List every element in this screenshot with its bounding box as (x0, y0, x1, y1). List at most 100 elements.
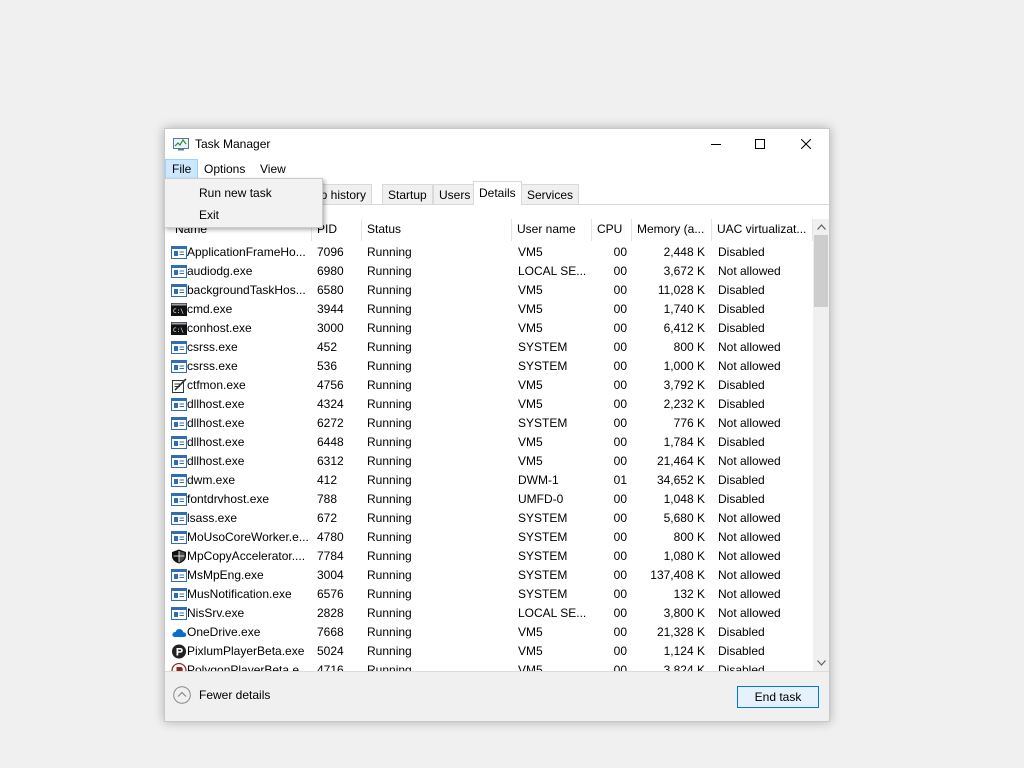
menu-item-exit[interactable]: Exit (165, 204, 322, 226)
close-icon (801, 139, 811, 149)
column-header-uac[interactable]: UAC virtualizat... (712, 219, 813, 241)
cell-cpu: 00 (613, 663, 627, 671)
fewer-details-link[interactable]: Fewer details (199, 688, 270, 702)
cell-name: MusNotification.exe (187, 587, 292, 601)
tab-details[interactable]: Details (473, 181, 522, 205)
app-window-icon (171, 416, 187, 431)
cell-memory: 3,792 K (663, 378, 705, 392)
table-row[interactable]: MusNotification.exe 6576 Running SYSTEM 00 13… (165, 585, 813, 604)
column-header-user[interactable]: User name (512, 219, 592, 241)
table-row[interactable]: MpCopyAccelerator.... 7784 Running SYSTEM 00… (165, 547, 813, 566)
cell-status: Running (367, 416, 412, 430)
cell-cpu: 00 (613, 416, 627, 430)
notepad-pen-icon (171, 378, 187, 393)
cell-status: Running (367, 530, 412, 544)
column-header-memory[interactable]: Memory (a... (632, 219, 712, 241)
tab-services[interactable]: Services (521, 184, 580, 204)
table-row[interactable]: C:\ conhost.exe 3000 Running VM5 00 6,412 K Dis… (165, 319, 813, 338)
vertical-scrollbar[interactable] (813, 219, 829, 671)
cell-user: SYSTEM (518, 340, 568, 354)
title-bar[interactable]: Task Manager (165, 129, 829, 159)
app-window-icon (171, 435, 187, 450)
scroll-up-button[interactable] (813, 219, 829, 235)
cell-status: Running (367, 397, 412, 411)
table-row[interactable]: PixlumPlayerBeta.exe 5024 Running VM5 00 1,12… (165, 642, 813, 661)
minimize-button[interactable] (693, 129, 739, 159)
cell-memory: 137,408 K (650, 568, 705, 582)
end-task-button[interactable]: End task (737, 686, 819, 708)
menu-file[interactable]: File (165, 159, 199, 180)
table-row[interactable]: fontdrvhost.exe 788 Running UMFD-0 00 1,048 K… (165, 490, 813, 509)
table-row[interactable]: csrss.exe 536 Running SYSTEM 00 1,000 K Not al… (165, 357, 813, 376)
chevron-up-circle-icon[interactable] (173, 686, 191, 704)
cell-pid: 3944 (317, 302, 344, 316)
cell-pid: 6980 (317, 264, 344, 278)
cell-uac: Not allowed (718, 454, 781, 468)
column-header-status[interactable]: Status (362, 219, 512, 241)
table-row[interactable]: backgroundTaskHos... 6580 Running VM5 00 11,0… (165, 281, 813, 300)
cell-cpu: 00 (613, 321, 627, 335)
cell-name: MoUsoCoreWorker.e... (187, 530, 309, 544)
cell-user: VM5 (518, 397, 543, 411)
cell-pid: 4756 (317, 378, 344, 392)
table-row[interactable]: lsass.exe 672 Running SYSTEM 00 5,680 K Not al… (165, 509, 813, 528)
cell-user: SYSTEM (518, 416, 568, 430)
cell-memory: 132 K (673, 587, 705, 601)
cell-pid: 3000 (317, 321, 344, 335)
table-row[interactable]: OneDrive.exe 7668 Running VM5 00 21,328 K Disa… (165, 623, 813, 642)
cell-user: SYSTEM (518, 359, 568, 373)
table-row[interactable]: PolygonPlayerBeta.e... 4716 Running VM5 00 3,… (165, 661, 813, 671)
cell-memory: 1,000 K (663, 359, 705, 373)
column-header-cpu[interactable]: CPU (592, 219, 632, 241)
table-row[interactable]: dllhost.exe 6448 Running VM5 00 1,784 K Disabl… (165, 433, 813, 452)
tab-users[interactable]: Users (433, 184, 477, 204)
scroll-down-button[interactable] (813, 655, 829, 671)
table-row[interactable]: dllhost.exe 6272 Running SYSTEM 00 776 K Not a… (165, 414, 813, 433)
cell-memory: 776 K (673, 416, 705, 430)
cell-cpu: 00 (613, 606, 627, 620)
menu-bar: File Options View (165, 159, 829, 180)
cell-user: VM5 (518, 283, 543, 297)
menu-item-run-new-task[interactable]: Run new task (165, 182, 322, 204)
cell-memory: 1,784 K (663, 435, 705, 449)
cell-uac: Not allowed (718, 587, 781, 601)
close-button[interactable] (783, 129, 829, 159)
tab-startup[interactable]: Startup (382, 184, 433, 204)
table-row[interactable]: MsMpEng.exe 3004 Running SYSTEM 00 137,408 K N… (165, 566, 813, 585)
cell-name: dllhost.exe (187, 416, 245, 430)
app-window-icon (171, 397, 187, 412)
cell-pid: 6576 (317, 587, 344, 601)
cell-uac: Not allowed (718, 606, 781, 620)
table-row[interactable]: dllhost.exe 4324 Running VM5 00 2,232 K Disabl… (165, 395, 813, 414)
cell-memory: 1,740 K (663, 302, 705, 316)
cell-pid: 4780 (317, 530, 344, 544)
table-row[interactable]: MoUsoCoreWorker.e... 4780 Running SYSTEM 00 8… (165, 528, 813, 547)
table-row[interactable]: audiodg.exe 6980 Running LOCAL SE... 00 3,672… (165, 262, 813, 281)
table-row[interactable]: dllhost.exe 6312 Running VM5 00 21,464 K Not a… (165, 452, 813, 471)
table-row[interactable]: dwm.exe 412 Running DWM-1 01 34,652 K Disabled (165, 471, 813, 490)
cell-user: VM5 (518, 321, 543, 335)
cell-cpu: 00 (613, 359, 627, 373)
app-window-icon (171, 606, 187, 621)
scroll-thumb[interactable] (814, 235, 828, 307)
cell-user: VM5 (518, 378, 543, 392)
cell-name: ctfmon.exe (187, 378, 246, 392)
table-row[interactable]: C:\ cmd.exe 3944 Running VM5 00 1,740 K Disable… (165, 300, 813, 319)
cell-pid: 452 (317, 340, 338, 354)
cell-user: UMFD-0 (518, 492, 564, 506)
table-row[interactable]: csrss.exe 452 Running SYSTEM 00 800 K Not allo… (165, 338, 813, 357)
table-row[interactable]: ApplicationFrameHo... 7096 Running VM5 00 2,4… (165, 243, 813, 262)
table-row[interactable]: NisSrv.exe 2828 Running LOCAL SE... 00 3,800 … (165, 604, 813, 623)
maximize-button[interactable] (737, 129, 783, 159)
menu-view[interactable]: View (254, 159, 292, 180)
cell-name: OneDrive.exe (187, 625, 261, 639)
cell-cpu: 00 (613, 511, 627, 525)
chevron-up-icon (816, 224, 826, 230)
app-window-icon (171, 530, 187, 545)
menu-options[interactable]: Options (198, 159, 251, 180)
cell-uac: Not allowed (718, 416, 781, 430)
cell-pid: 5024 (317, 644, 344, 658)
table-row[interactable]: ctfmon.exe 4756 Running VM5 00 3,792 K Disable… (165, 376, 813, 395)
cell-uac: Not allowed (718, 530, 781, 544)
cell-user: VM5 (518, 644, 543, 658)
